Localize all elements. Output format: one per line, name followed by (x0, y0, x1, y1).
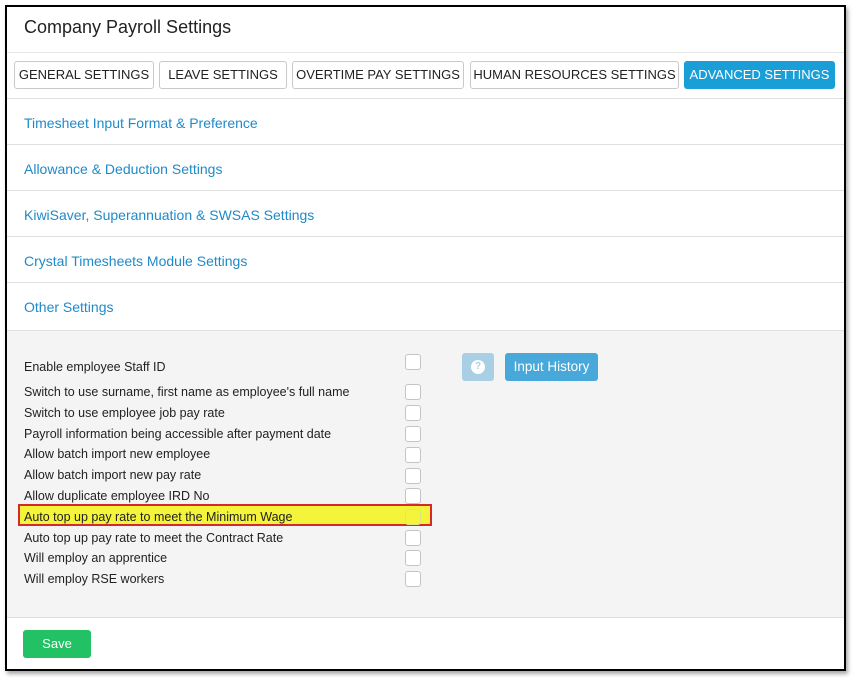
help-button[interactable]: ? (462, 353, 494, 381)
option-label-minimum-wage: Auto top up pay rate to meet the Minimum… (24, 510, 293, 524)
checkbox-staff-id[interactable] (405, 354, 421, 370)
checkbox-rse-workers[interactable] (405, 571, 421, 587)
section-title[interactable]: Crystal Timesheets Module Settings (24, 253, 247, 269)
tab-general-settings[interactable]: GENERAL SETTINGS (14, 61, 154, 89)
payroll-settings-window: Company Payroll Settings GENERAL SETTING… (5, 5, 846, 671)
section-crystal-timesheets[interactable]: Crystal Timesheets Module Settings (7, 237, 844, 283)
section-kiwisaver-superannuation[interactable]: KiwiSaver, Superannuation & SWSAS Settin… (7, 191, 844, 237)
option-label-batch-import-employee: Allow batch import new employee (24, 447, 211, 461)
option-label-batch-import-pay-rate: Allow batch import new pay rate (24, 468, 202, 482)
option-label-job-pay-rate: Switch to use employee job pay rate (24, 406, 225, 420)
section-title[interactable]: KiwiSaver, Superannuation & SWSAS Settin… (24, 207, 314, 223)
page-header: Company Payroll Settings (7, 7, 844, 53)
option-label-surname-first: Switch to use surname, first name as emp… (24, 385, 350, 399)
checkbox-batch-import-pay-rate[interactable] (405, 468, 421, 484)
checkbox-apprentice[interactable] (405, 550, 421, 566)
page-footer: Save (7, 618, 844, 669)
input-history-button[interactable]: Input History (505, 353, 598, 381)
checkbox-accessible-after-payment[interactable] (405, 426, 421, 442)
option-label-accessible-after-payment: Payroll information being accessible aft… (24, 427, 332, 441)
checkbox-job-pay-rate[interactable] (405, 405, 421, 421)
section-title[interactable]: Timesheet Input Format & Preference (24, 115, 258, 131)
checkbox-duplicate-ird[interactable] (405, 488, 421, 504)
page-title: Company Payroll Settings (24, 17, 232, 37)
checkbox-minimum-wage[interactable] (405, 509, 421, 525)
option-label-contract-rate: Auto top up pay rate to meet the Contrac… (24, 531, 284, 545)
tab-overtime-pay-settings[interactable]: OVERTIME PAY SETTINGS (292, 61, 464, 89)
section-other-settings[interactable]: Other Settings (7, 283, 844, 331)
section-allowance-deduction[interactable]: Allowance & Deduction Settings (7, 145, 844, 191)
question-circle-icon: ? (471, 360, 485, 374)
section-title[interactable]: Allowance & Deduction Settings (24, 161, 222, 177)
option-label-apprentice: Will employ an apprentice (24, 551, 168, 565)
checkbox-surname-first[interactable] (405, 384, 421, 400)
option-label-rse-workers: Will employ RSE workers (24, 572, 165, 586)
option-label-staff-id: Enable employee Staff ID (24, 360, 166, 374)
checkbox-contract-rate[interactable] (405, 530, 421, 546)
section-title[interactable]: Other Settings (24, 299, 114, 315)
option-label-duplicate-ird: Allow duplicate employee IRD No (24, 489, 210, 503)
tab-advanced-settings[interactable]: ADVANCED SETTINGS (684, 61, 835, 89)
tab-human-resources-settings[interactable]: HUMAN RESOURCES SETTINGS (470, 61, 679, 89)
save-button[interactable]: Save (23, 630, 91, 658)
section-timesheet-input-format[interactable]: Timesheet Input Format & Preference (7, 99, 844, 145)
tab-leave-settings[interactable]: LEAVE SETTINGS (159, 61, 287, 89)
checkbox-batch-import-employee[interactable] (405, 447, 421, 463)
